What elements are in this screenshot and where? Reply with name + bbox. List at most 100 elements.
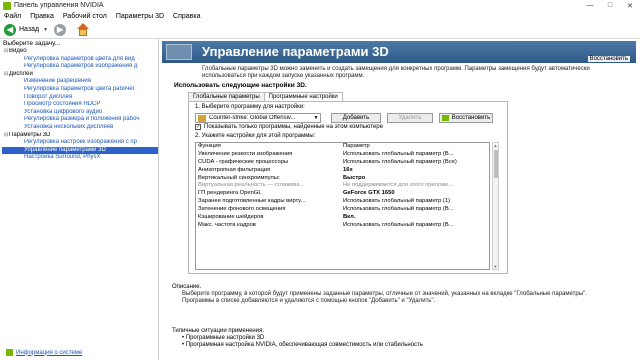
home-icon[interactable] (76, 22, 90, 37)
restore-button-label: Восстановить (451, 115, 491, 121)
minimize-button[interactable]: — (580, 0, 600, 11)
usage-item: • Программная настройка NVIDIA, обеспечи… (182, 342, 423, 348)
scroll-thumb[interactable] (494, 150, 498, 178)
show-installed-only[interactable]: ✓ Показывать только программы, найденные… (195, 124, 383, 130)
table-scrollbar[interactable]: ▲ ▼ (492, 142, 499, 270)
tree-category[interactable]: ⊟Дисплей (2, 71, 158, 79)
close-button[interactable]: ✕ (620, 0, 640, 11)
program-settings-panel: 1. Выберите программу для настройки: Cou… (188, 101, 508, 274)
tree-item[interactable]: Регулировка размера и положения рабоч (2, 116, 158, 124)
table-row[interactable]: ГП рендеринга OpenGL GeForce GTX 1650 (196, 190, 489, 198)
system-info-link[interactable]: Информация о системе (6, 349, 82, 356)
description-label: Описание. (172, 284, 202, 290)
add-button[interactable]: Добавить (331, 113, 381, 123)
settings-group: Использовать следующие настройки 3D. Гло… (172, 82, 508, 274)
tree-item[interactable]: Регулировка параметров цвета для вид (2, 56, 158, 64)
tree-item[interactable]: Установка цифрового аудио (2, 109, 158, 117)
scroll-up-icon[interactable]: ▲ (493, 143, 498, 148)
group-label: Использовать следующие настройки 3D. (174, 82, 307, 89)
setting-cell[interactable]: Использовать глобальный параметр (Все) (341, 159, 483, 167)
setting-cell[interactable]: GeForce GTX 1650 (341, 190, 483, 198)
tree-label: Регулировка размера и положения рабоч (24, 116, 140, 123)
setting-cell[interactable]: Вкл. (341, 214, 483, 222)
table-row[interactable]: Заранее подготовленные кадры вирту... Исп… (196, 198, 489, 206)
menu-edit[interactable]: Правка (30, 13, 54, 20)
tree-item[interactable]: Регулировка параметров изображения д (2, 63, 158, 71)
tree-item[interactable]: Поворот дисплея (2, 94, 158, 102)
back-button[interactable]: ◀ Назад ▼ (4, 23, 48, 36)
table-header: Функция Параметр (196, 143, 489, 151)
table-row[interactable]: Кэширование шейдеров Вкл. (196, 214, 489, 222)
forward-arrow-icon[interactable]: ▶ (54, 23, 67, 36)
tree-item[interactable]: Настройка Surround, PhysX (2, 154, 158, 162)
table-row[interactable]: Макс. частота кадров Использовать глобаль… (196, 222, 489, 230)
tree-item[interactable]: Регулировка параметров цвета рабочег (2, 86, 158, 94)
tree-category[interactable]: ⊟Видео (2, 48, 158, 56)
menu-desktop[interactable]: Рабочий стол (63, 13, 107, 20)
restore-defaults-link[interactable]: Восстановить (587, 56, 630, 62)
chevron-down-icon: ▼ (313, 115, 319, 121)
back-arrow-icon: ◀ (4, 23, 16, 36)
setting-cell[interactable]: 16x (341, 167, 483, 175)
menu-3d-settings[interactable]: Параметры 3D (116, 13, 164, 20)
maximize-button[interactable]: □ (600, 0, 620, 11)
back-dropdown-icon[interactable]: ▼ (43, 27, 48, 33)
setting-cell[interactable]: Быстро (341, 175, 483, 183)
tree-label: Изменение разрешения (24, 78, 91, 85)
tree-label: Дисплей (9, 70, 33, 77)
menu-help[interactable]: Справка (173, 13, 200, 20)
table-row[interactable]: Анизотропная фильтрация 16x (196, 167, 489, 175)
feature-cell: ГП рендеринга OpenGL (198, 190, 262, 197)
program-select-value: Counter-strike: Global Offensiv... (209, 115, 296, 121)
tree-label: Регулировка параметров цвета для вид (24, 55, 135, 62)
tree-label: Параметры 3D (9, 131, 51, 138)
system-info-label: Информация о системе (16, 349, 83, 356)
task-tree: ⊟Видео Регулировка параметров цвета для в… (0, 48, 158, 162)
window-controls: — □ ✕ (580, 0, 640, 11)
table-row[interactable]: Затенение фонового освещения Использовать… (196, 206, 489, 214)
feature-cell: Заранее подготовленные кадры вирту... (198, 198, 306, 205)
game-icon (198, 114, 206, 122)
tree-label: Видео (9, 48, 27, 54)
title-bar: Панель управления NVIDIA — □ ✕ (0, 0, 640, 11)
page-title: Управление параметрами 3D (202, 44, 389, 59)
show-installed-label: Показывать только программы, найденные н… (204, 124, 383, 130)
setting-cell[interactable]: Использовать глобальный параметр (В... (341, 222, 483, 230)
tree-label: Настройка Surround, PhysX (24, 154, 101, 161)
column-header-setting: Параметр (343, 143, 370, 149)
task-sidebar: Выберите задачу... ⊟Видео Регулировка пар… (0, 39, 159, 360)
program-select[interactable]: Counter-strike: Global Offensiv... ▼ (195, 113, 321, 123)
tree-label: Просмотр состояния HDCP (24, 101, 101, 108)
setting-cell[interactable]: Не поддерживается для этого приложе... (341, 182, 483, 190)
page-header: Управление параметрами 3D Восстановить (162, 41, 636, 63)
tree-label: Регулировка настроек изображения с пр (24, 139, 137, 146)
tree-item[interactable]: Просмотр состояния HDCP (2, 101, 158, 109)
nvidia-logo-icon (3, 1, 11, 10)
restore-button[interactable]: Восстановить (439, 113, 493, 123)
tree-label: Поворот дисплея (24, 93, 73, 100)
tree-item[interactable]: Регулировка настроек изображения с пр (2, 139, 158, 147)
table-row[interactable]: CUDA - графические процессоры Использоват… (196, 159, 489, 167)
table-row[interactable]: Виртуальная реальность — сглажива... Не п… (196, 182, 489, 190)
tree-category[interactable]: ⊟Параметры 3D (2, 132, 158, 140)
menu-bar: Файл Правка Рабочий стол Параметры 3D Сп… (0, 11, 640, 21)
table-row[interactable]: Увеличение резкости изображения Использов… (196, 151, 489, 159)
setting-cell[interactable]: Использовать глобальный параметр (В... (341, 151, 483, 159)
usage-label: Типичные ситуации применения. (172, 328, 264, 334)
tree-label: Управление параметрами 3D (24, 146, 106, 153)
usage-list: • Программные настройки 3D • Программная… (182, 335, 423, 349)
menu-file[interactable]: Файл (4, 13, 21, 20)
column-header-feature: Функция (198, 143, 221, 149)
setting-cell[interactable]: Использовать глобальный параметр (В... (341, 206, 483, 214)
settings-table: Функция Параметр Увеличение резкости изо… (195, 142, 490, 270)
show-installed-checkbox[interactable]: ✓ (195, 124, 201, 130)
tree-item[interactable]: Установка нескольких дисплеев (2, 124, 158, 132)
tree-label: Установка цифрового аудио (24, 108, 103, 115)
tree-item-selected[interactable]: Управление параметрами 3D (2, 146, 158, 155)
scroll-down-icon[interactable]: ▼ (493, 264, 498, 269)
feature-cell: Анизотропная фильтрация (198, 166, 271, 173)
delete-button[interactable]: Удалить (387, 113, 433, 123)
table-row[interactable]: Вертикальный синхроимпульс Быстро (196, 175, 489, 183)
tree-item[interactable]: Изменение разрешения (2, 78, 158, 86)
setting-cell[interactable]: Использовать глобальный параметр (1) (341, 198, 483, 206)
